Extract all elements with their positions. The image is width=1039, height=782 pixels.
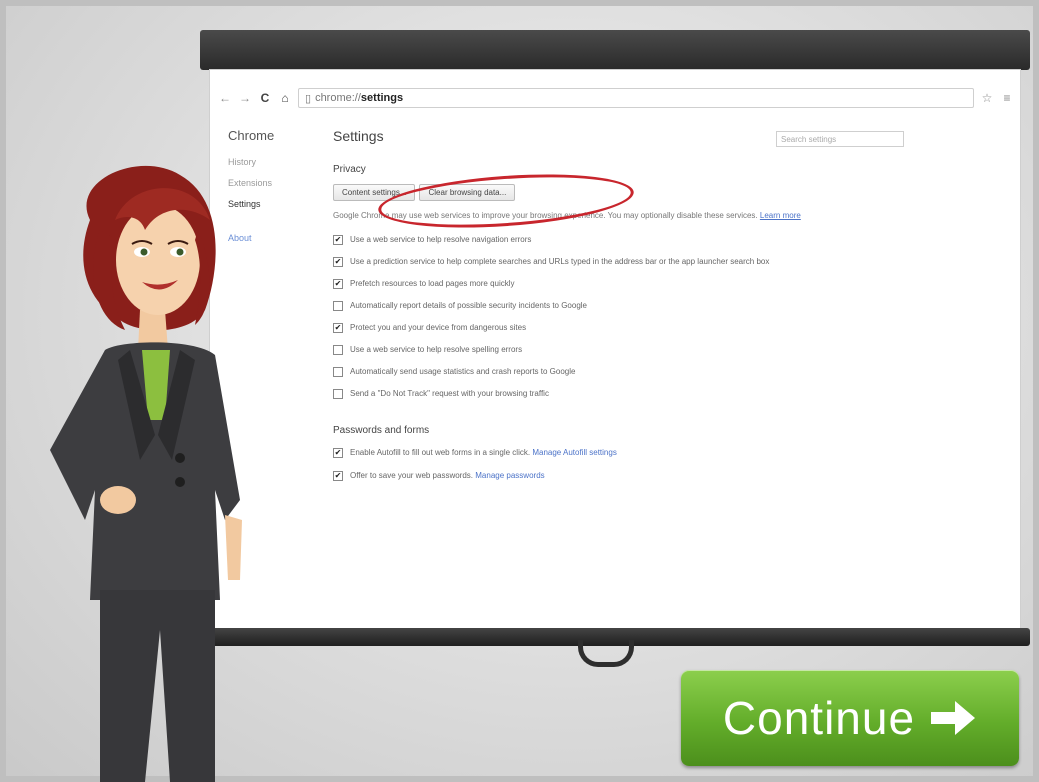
- checkbox-checked[interactable]: ✔: [333, 323, 343, 333]
- checkbox-checked[interactable]: ✔: [333, 257, 343, 267]
- bookmark-star-icon[interactable]: ☆: [980, 91, 994, 105]
- passwords-heading: Passwords and forms: [333, 425, 430, 436]
- privacy-option-usage-statistics[interactable]: Automatically send usage statistics and …: [333, 367, 833, 377]
- projector-screen-top-bar: [200, 30, 1030, 70]
- home-icon[interactable]: ⌂: [278, 91, 292, 105]
- forward-icon[interactable]: →: [238, 91, 252, 105]
- continue-button[interactable]: Continue: [681, 670, 1019, 766]
- page-icon: ▯: [305, 92, 312, 105]
- address-prefix: chrome://: [315, 92, 361, 104]
- sidebar-brand: Chrome: [228, 128, 275, 143]
- privacy-heading: Privacy: [333, 164, 366, 175]
- checkbox-checked[interactable]: ✔: [333, 471, 343, 481]
- checkbox-checked[interactable]: ✔: [333, 279, 343, 289]
- checkbox-unchecked[interactable]: [333, 345, 343, 355]
- address-bar[interactable]: ▯ chrome://settings: [298, 88, 974, 108]
- passwords-options: ✔ Enable Autofill to fill out web forms …: [333, 448, 833, 481]
- privacy-option-prefetch[interactable]: ✔ Prefetch resources to load pages more …: [333, 279, 833, 289]
- address-page: settings: [360, 92, 404, 104]
- privacy-option-spelling[interactable]: Use a web service to help resolve spelli…: [333, 345, 833, 355]
- checkbox-checked[interactable]: ✔: [333, 448, 343, 458]
- privacy-option-prediction-service[interactable]: ✔ Use a prediction service to help compl…: [333, 257, 833, 267]
- checkbox-unchecked[interactable]: [333, 389, 343, 399]
- arrow-right-icon: [931, 701, 976, 735]
- manage-autofill-link[interactable]: Manage Autofill settings: [532, 448, 617, 457]
- checkbox-checked[interactable]: ✔: [333, 235, 343, 245]
- continue-label: Continue: [722, 692, 916, 744]
- checkbox-unchecked[interactable]: [333, 367, 343, 377]
- privacy-option-security-incidents[interactable]: Automatically report details of possible…: [333, 301, 833, 311]
- reload-icon[interactable]: C: [258, 91, 272, 105]
- privacy-option-navigation-errors[interactable]: ✔ Use a web service to help resolve navi…: [333, 235, 833, 245]
- save-passwords-option[interactable]: ✔ Offer to save your web passwords. Mana…: [333, 471, 833, 481]
- back-icon[interactable]: ←: [218, 91, 232, 105]
- menu-icon[interactable]: ≡: [1000, 91, 1014, 105]
- autofill-option[interactable]: ✔ Enable Autofill to fill out web forms …: [333, 448, 833, 458]
- presenter-illustration: [50, 165, 242, 782]
- checkbox-unchecked[interactable]: [333, 301, 343, 311]
- browser-toolbar: ← → C ⌂ ▯ chrome://settings ☆ ≡: [218, 86, 1014, 110]
- manage-passwords-link[interactable]: Manage passwords: [475, 471, 544, 480]
- learn-more-link[interactable]: Learn more: [760, 211, 801, 220]
- privacy-option-dangerous-sites[interactable]: ✔ Protect you and your device from dange…: [333, 323, 833, 333]
- privacy-options: ✔ Use a web service to help resolve navi…: [333, 235, 833, 399]
- projector-screen-pull-handle: [578, 640, 634, 667]
- page-title: Settings: [333, 128, 384, 144]
- privacy-option-do-not-track[interactable]: Send a "Do Not Track" request with your …: [333, 389, 833, 399]
